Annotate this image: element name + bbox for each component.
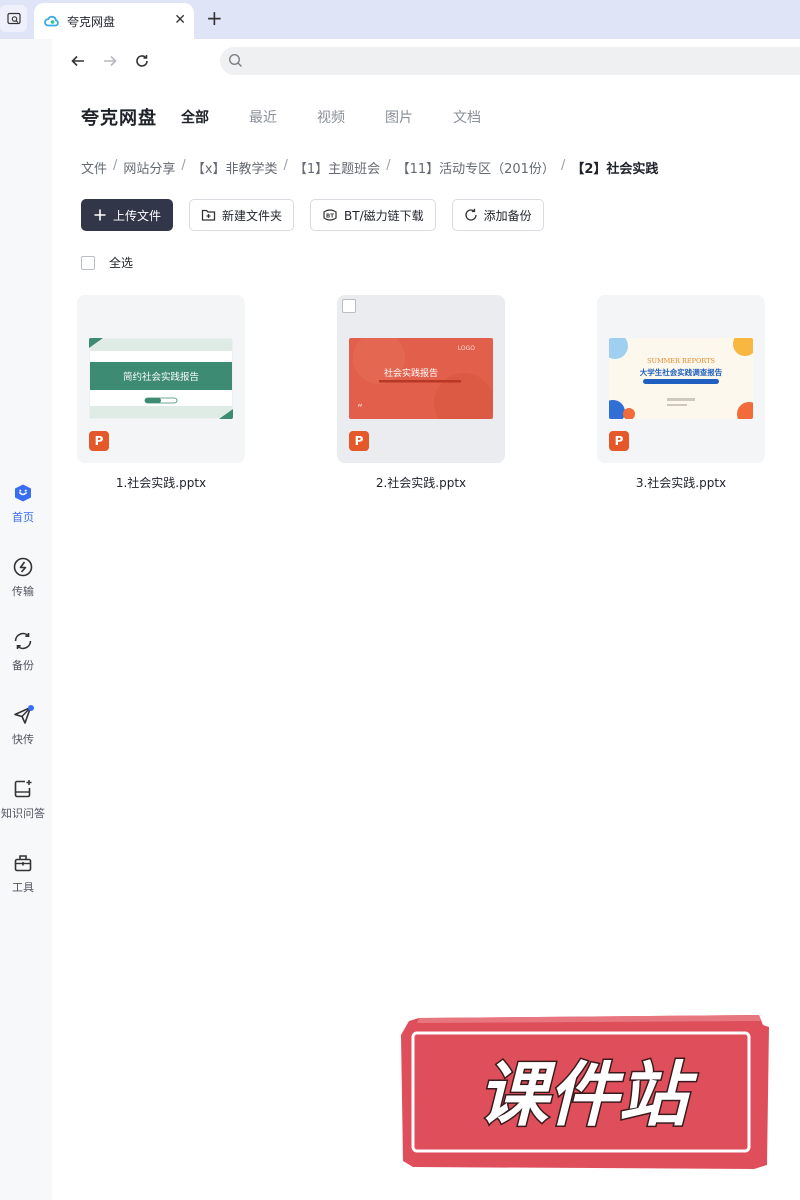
backup-sync-icon	[464, 208, 478, 222]
knowledge-qa-icon	[14, 780, 32, 798]
tab-recent[interactable]: 最近	[249, 107, 277, 127]
select-all-checkbox[interactable]	[81, 255, 95, 270]
new-folder-button[interactable]: 新建文件夹	[189, 199, 295, 231]
file-checkbox[interactable]	[342, 299, 356, 313]
pptx-file-icon: P	[609, 431, 629, 451]
tab-documents[interactable]: 文档	[453, 107, 481, 127]
tab-all[interactable]: 全部	[181, 107, 209, 127]
tab-search-button[interactable]	[0, 5, 27, 32]
sidebar-item-label: 首页	[12, 511, 34, 524]
breadcrumb-item[interactable]: 【x】非教学类	[192, 158, 278, 177]
breadcrumb-item[interactable]: 【11】活动专区（201份）	[397, 158, 555, 177]
bt-download-label: BT/磁力链下载	[344, 208, 424, 223]
sidebar-item-label: 工具	[12, 881, 34, 894]
category-tabs: 全部 最近 视频 图片 文档	[181, 107, 521, 127]
tools-icon	[14, 855, 32, 872]
folder-plus-icon	[201, 208, 216, 222]
backup-icon	[14, 632, 32, 650]
sidebar-item-tools[interactable]: 工具	[0, 852, 46, 912]
forward-button[interactable]	[98, 49, 122, 73]
file-name[interactable]: 1.社会实践.pptx	[77, 474, 245, 491]
breadcrumb-separator: /	[386, 158, 391, 173]
file-card[interactable]: SUMMER REPORTS 大学生社会实践调查报告 P	[597, 295, 765, 463]
file-card[interactable]: LOGO 社会实践报告 “ P	[337, 295, 505, 463]
tab-title: 夸克网盘	[67, 14, 116, 29]
sidebar-item-home[interactable]: 首页	[0, 482, 46, 542]
breadcrumb: 文件 / 网站分享 / 【x】非教学类 / 【1】主题班会 / 【11】活动专区（201…	[81, 158, 658, 177]
add-backup-label: 添加备份	[483, 208, 532, 223]
sidebar: 首页 传输 备份 快传 知识问答 工具	[0, 39, 52, 1200]
reload-button[interactable]	[130, 49, 154, 73]
sidebar-item-label: 传输	[12, 585, 34, 598]
breadcrumb-item[interactable]: 文件	[81, 158, 107, 177]
reload-icon	[136, 55, 148, 67]
file-name[interactable]: 3.社会实践.pptx	[597, 474, 765, 491]
new-tab-icon[interactable]: +	[206, 8, 223, 28]
add-backup-button[interactable]: 添加备份	[451, 199, 544, 231]
transfer-icon	[13, 557, 33, 577]
sidebar-item-label: 备份	[12, 659, 34, 672]
browser-tab[interactable]: 夸克网盘 ✕	[34, 3, 194, 39]
toolbar: 上传文件 新建文件夹 BT BT/磁力链下载 添加备份	[81, 199, 560, 231]
search-icon	[228, 53, 242, 67]
sidebar-item-label: 快传	[12, 733, 34, 746]
tab-images[interactable]: 图片	[385, 107, 413, 127]
quark-cloud-icon	[44, 15, 59, 27]
select-all[interactable]: 全选	[81, 254, 133, 271]
select-all-label: 全选	[109, 256, 134, 270]
thumb-logo: LOGO	[458, 345, 476, 352]
address-input[interactable]	[250, 51, 790, 71]
file-name[interactable]: 2.社会实践.pptx	[337, 474, 505, 491]
svg-text:BT: BT	[326, 214, 334, 220]
new-folder-label: 新建文件夹	[222, 208, 283, 223]
sidebar-item-label: 知识问答	[1, 807, 45, 820]
bt-download-button[interactable]: BT BT/磁力链下载	[310, 199, 436, 231]
breadcrumb-item[interactable]: 网站分享	[123, 158, 175, 177]
watermark-text: 课件站	[478, 1054, 698, 1136]
back-button[interactable]	[66, 49, 90, 73]
file-thumbnail: SUMMER REPORTS 大学生社会实践调查报告	[609, 338, 753, 419]
pptx-file-icon: P	[89, 431, 109, 451]
upload-button[interactable]: 上传文件	[81, 199, 174, 231]
sidebar-item-quick-send[interactable]: 快传	[0, 704, 46, 764]
upload-label: 上传文件	[113, 208, 162, 223]
notification-dot	[28, 705, 34, 711]
plus-icon	[93, 208, 107, 222]
thumb-title: 社会实践报告	[384, 367, 438, 379]
arrow-right-icon	[104, 55, 117, 67]
browser-tab-bar: 夸克网盘 ✕ +	[0, 0, 800, 39]
arrow-left-icon	[71, 55, 84, 67]
sidebar-item-transfer[interactable]: 传输	[0, 556, 46, 616]
file-thumbnail: LOGO 社会实践报告 “	[349, 338, 493, 419]
thumb-title: 简约社会实践报告	[123, 371, 199, 383]
brand-title: 夸克网盘	[81, 108, 157, 129]
watermark-stamp: 课件站	[399, 1015, 771, 1170]
bt-magnet-icon: BT	[322, 208, 338, 222]
sidebar-item-backup[interactable]: 备份	[0, 630, 46, 690]
breadcrumb-separator: /	[283, 158, 288, 173]
breadcrumb-item[interactable]: 【1】主题班会	[294, 158, 380, 177]
tab-video[interactable]: 视频	[317, 107, 345, 127]
close-tab-icon[interactable]: ✕	[174, 12, 186, 28]
file-thumbnail: 简约社会实践报告	[89, 338, 233, 419]
breadcrumb-separator: /	[181, 158, 186, 173]
home-icon	[15, 484, 31, 502]
breadcrumb-separator: /	[560, 158, 566, 173]
browser-nav-bar	[52, 39, 800, 83]
tab-search-icon	[6, 12, 21, 24]
breadcrumb-separator: /	[113, 158, 118, 173]
breadcrumb-current: 【2】社会实践	[571, 162, 659, 177]
thumb-title: 大学生社会实践调查报告	[640, 367, 723, 377]
pptx-file-icon: P	[349, 431, 369, 451]
address-bar[interactable]	[220, 47, 800, 75]
thumb-subtitle: SUMMER REPORTS	[647, 357, 715, 365]
svg-text:“: “	[357, 402, 363, 415]
file-card[interactable]: 简约社会实践报告 P	[77, 295, 245, 463]
sidebar-item-knowledge-qa[interactable]: 知识问答	[0, 778, 46, 838]
